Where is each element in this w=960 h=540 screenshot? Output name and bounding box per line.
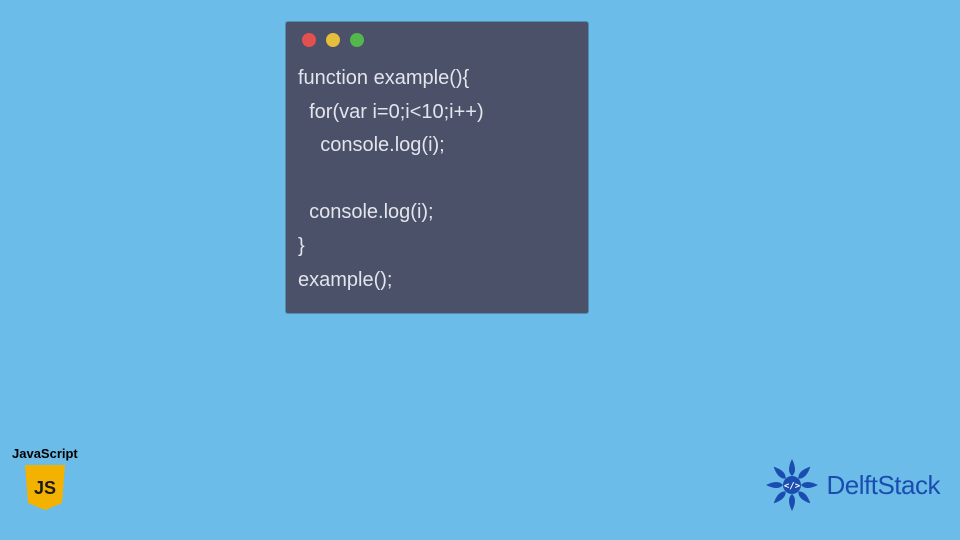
window-titlebar [286,22,588,58]
js-initials: JS [34,478,56,498]
javascript-label: JavaScript [12,446,78,461]
code-line: function example(){ [298,67,469,89]
maximize-icon[interactable] [350,33,364,47]
code-line: for(var i=0;i<10;i++) [298,101,484,123]
code-line: console.log(i); [298,201,434,223]
code-line: console.log(i); [298,134,445,156]
code-line: } [298,235,305,257]
delftstack-name: DelftStack [827,470,941,501]
minimize-icon[interactable] [326,33,340,47]
code-block: function example(){ for(var i=0;i<10;i++… [286,58,588,297]
delftstack-logo-icon: </> [763,456,821,514]
close-icon[interactable] [302,33,316,47]
svg-text:</>: </> [783,482,800,492]
javascript-badge: JavaScript JS [12,446,78,516]
javascript-shield-icon: JS [23,463,67,511]
delftstack-brand: </> DelftStack [763,456,941,514]
code-line: example(); [298,269,392,291]
code-window: function example(){ for(var i=0;i<10;i++… [286,22,588,313]
